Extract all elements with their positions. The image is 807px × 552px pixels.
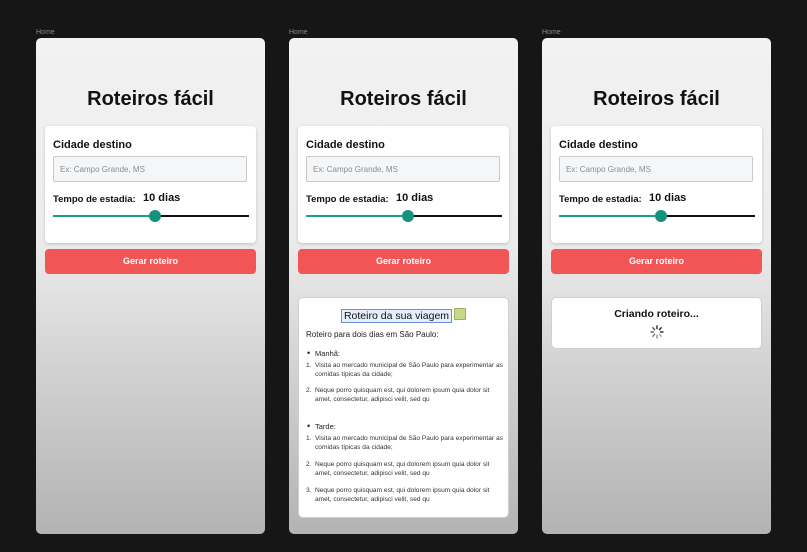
loading-card: Criando roteiro...	[551, 297, 762, 349]
step-number: 1.	[306, 362, 312, 369]
stay-value: 10 dias	[649, 192, 687, 204]
slider-thumb[interactable]	[654, 210, 667, 222]
city-label: Cidade destino	[559, 139, 638, 151]
stay-label: Tempo de estadia:	[53, 194, 136, 205]
step-number: 3.	[306, 487, 312, 494]
period-morning: Manhã:	[307, 348, 340, 358]
step-text: Visita ao mercado municipal de São Paulo…	[315, 435, 503, 451]
stay-slider[interactable]	[53, 210, 249, 222]
stay-label: Tempo de estadia:	[306, 194, 389, 205]
stay-value: 10 dias	[143, 192, 181, 204]
frame-label-1: Home	[36, 29, 55, 36]
frame-label-3: Home	[542, 29, 561, 36]
list-item: 3. Neque porro quisquam est, qui dolorem…	[306, 487, 504, 504]
form-card: Cidade destino Tempo de estadia: 10 dias	[298, 126, 509, 243]
spinner-icon	[650, 325, 664, 339]
stay-label: Tempo de estadia:	[559, 194, 642, 205]
result-title: Roteiro da sua viagem	[340, 309, 453, 323]
stay-slider[interactable]	[559, 210, 755, 222]
step-text: Neque porro quisquam est, qui dolorem ip…	[315, 461, 490, 477]
slider-thumb[interactable]	[401, 210, 414, 222]
step-text: Neque porro quisquam est, qui dolorem ip…	[315, 387, 490, 403]
result-title-row: Roteiro da sua viagem	[299, 306, 508, 324]
map-emoji-icon	[454, 308, 467, 320]
itinerary-result-card: Roteiro da sua viagem Roteiro para dois …	[298, 297, 509, 518]
generate-button[interactable]: Gerar roteiro	[45, 249, 256, 274]
city-input[interactable]	[559, 156, 753, 182]
step-text: Neque porro quisquam est, qui dolorem ip…	[315, 487, 490, 503]
page-title: Roteiros fácil	[340, 88, 467, 110]
slider-fill	[53, 215, 155, 217]
step-number: 2.	[306, 461, 312, 468]
form-card: Cidade destino Tempo de estadia: 10 dias	[45, 126, 256, 243]
city-label: Cidade destino	[53, 139, 132, 151]
page-title: Roteiros fácil	[87, 88, 214, 110]
slider-fill	[559, 215, 661, 217]
step-number: 2.	[306, 387, 312, 394]
stay-value: 10 dias	[396, 192, 434, 204]
slider-fill	[306, 215, 408, 217]
list-item: 1. Visita ao mercado municipal de São Pa…	[306, 435, 504, 452]
frame-home-1: Roteiros fácil Cidade destino Tempo de e…	[36, 38, 265, 534]
frame-home-2: Roteiros fácil Cidade destino Tempo de e…	[289, 38, 518, 534]
list-item: 2. Neque porro quisquam est, qui dolorem…	[306, 387, 504, 404]
step-text: Visita ao mercado municipal de São Paulo…	[315, 362, 503, 378]
period-afternoon: Tarde:	[307, 421, 336, 431]
stay-slider[interactable]	[306, 210, 502, 222]
step-number: 1.	[306, 435, 312, 442]
list-item: 1. Visita ao mercado municipal de São Pa…	[306, 362, 504, 379]
result-intro: Roteiro para dois dias em São Paulo:	[306, 330, 439, 339]
frame-label-2: Home	[289, 29, 308, 36]
list-item: 2. Neque porro quisquam est, qui dolorem…	[306, 461, 504, 478]
city-label: Cidade destino	[306, 139, 385, 151]
city-input[interactable]	[306, 156, 500, 182]
loading-text: Criando roteiro...	[614, 308, 699, 320]
generate-button[interactable]: Gerar roteiro	[298, 249, 509, 274]
generate-button[interactable]: Gerar roteiro	[551, 249, 762, 274]
frame-home-3: Roteiros fácil Cidade destino Tempo de e…	[542, 38, 771, 534]
page-title: Roteiros fácil	[593, 88, 720, 110]
form-card: Cidade destino Tempo de estadia: 10 dias	[551, 126, 762, 243]
slider-thumb[interactable]	[148, 210, 161, 222]
city-input[interactable]	[53, 156, 247, 182]
